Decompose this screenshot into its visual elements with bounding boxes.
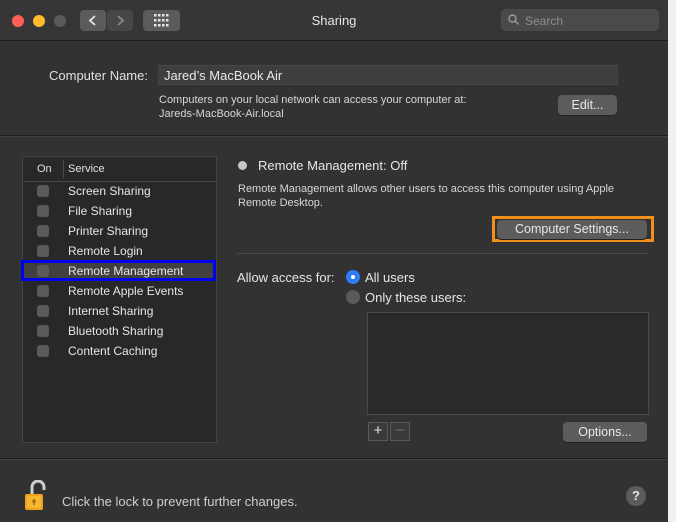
users-list[interactable] [367,312,649,415]
column-divider [63,160,64,178]
selection-highlight-outline [21,260,216,281]
search-field[interactable] [501,9,659,31]
network-hostname: Jareds-MacBook-Air.local [159,108,284,120]
computer-settings-button[interactable]: Computer Settings... [497,220,647,239]
computer-name-label: Computer Name: [49,68,148,83]
divider [237,253,648,254]
divider [0,136,668,137]
service-name: Remote Apple Events [68,284,184,298]
column-header-service[interactable]: Service [68,163,105,175]
remove-user-button[interactable]: − [390,422,410,441]
service-status: Remote Management: Off [258,158,408,173]
service-description: Remote Management allows other users to … [238,182,614,210]
computer-name-field[interactable] [158,65,618,85]
service-checkbox[interactable] [37,325,49,337]
service-checkbox[interactable] [37,305,49,317]
network-info-line: Computers on your local network can acce… [159,94,467,106]
service-name: File Sharing [68,204,133,218]
service-name: Bluetooth Sharing [68,324,164,338]
search-icon [508,14,519,25]
service-checkbox[interactable] [37,205,49,217]
description-line: Remote Desktop. [238,197,323,209]
help-button[interactable]: ? [626,486,646,506]
service-row-content-caching[interactable]: Content Caching [23,341,216,361]
service-checkbox[interactable] [37,285,49,297]
options-button[interactable]: Options... [563,422,647,442]
edit-hostname-button[interactable]: Edit... [558,95,617,115]
allow-access-label: Allow access for: [237,270,335,285]
add-user-button[interactable]: + [368,422,388,441]
title-bar: Sharing [0,0,668,41]
service-name: Screen Sharing [68,184,151,198]
network-address-info: Computers on your local network can acce… [159,93,467,121]
only-these-users-radio[interactable] [346,290,360,304]
column-header-on[interactable]: On [37,163,52,175]
service-checkbox[interactable] [37,245,49,257]
service-name: Printer Sharing [68,224,149,238]
service-row-file-sharing[interactable]: File Sharing [23,201,216,221]
service-checkbox[interactable] [37,185,49,197]
divider [0,459,668,460]
lock-message: Click the lock to prevent further change… [62,494,298,509]
only-these-users-label[interactable]: Only these users: [365,290,466,305]
status-indicator-icon [238,161,247,170]
service-name: Remote Login [68,244,143,258]
all-users-label[interactable]: All users [365,270,415,285]
service-row-printer-sharing[interactable]: Printer Sharing [23,221,216,241]
sharing-window: Sharing Computer Name: Computers on your… [0,0,668,522]
service-list: On Service Screen Sharing File Sharing P… [22,156,217,443]
service-list-header: On Service [23,157,216,182]
background-window-edge [668,0,676,522]
search-input[interactable] [523,11,657,31]
service-row-remote-login[interactable]: Remote Login [23,241,216,261]
unlocked-lock-icon[interactable] [22,480,52,512]
service-checkbox[interactable] [37,345,49,357]
service-row-remote-apple-events[interactable]: Remote Apple Events [23,281,216,301]
service-checkbox[interactable] [37,225,49,237]
service-name: Content Caching [68,344,158,358]
service-row-bluetooth-sharing[interactable]: Bluetooth Sharing [23,321,216,341]
all-users-radio[interactable] [346,270,360,284]
service-row-internet-sharing[interactable]: Internet Sharing [23,301,216,321]
service-name: Internet Sharing [68,304,154,318]
service-row-screen-sharing[interactable]: Screen Sharing [23,181,216,201]
description-line: Remote Management allows other users to … [238,183,615,195]
